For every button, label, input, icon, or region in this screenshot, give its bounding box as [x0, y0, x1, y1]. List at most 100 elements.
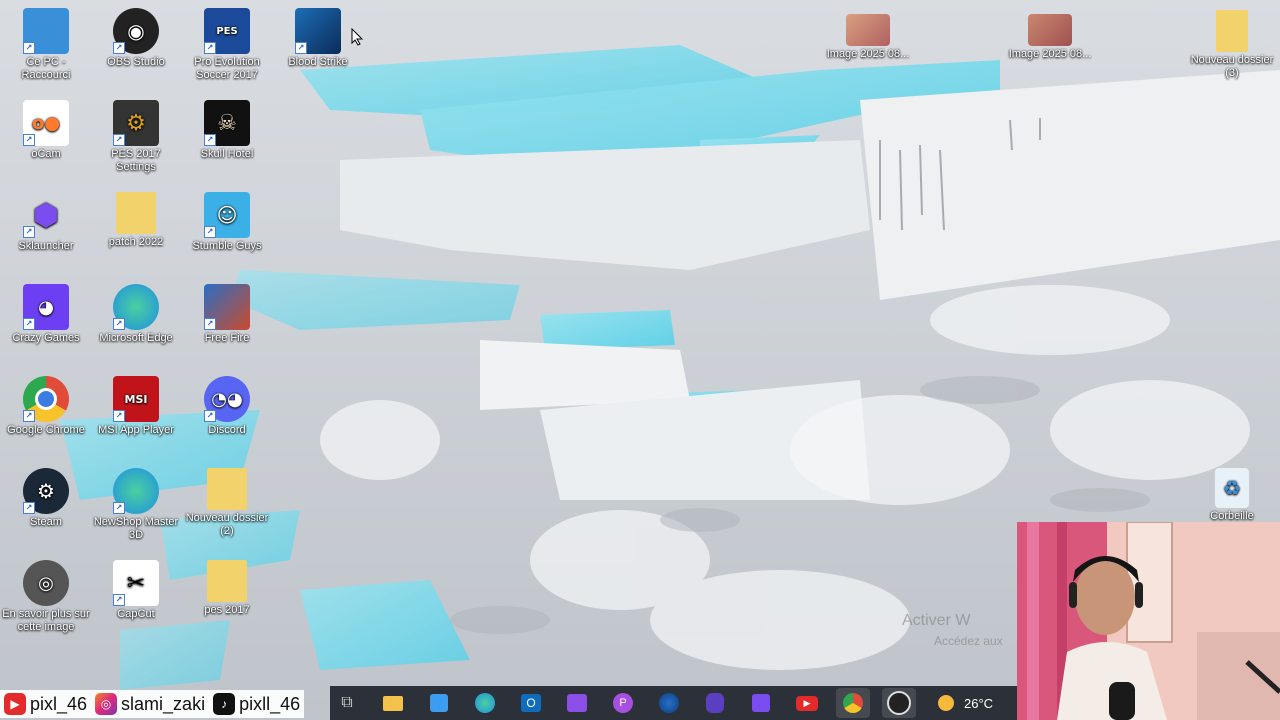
desktop-icon-label: OBS Studio — [107, 56, 165, 68]
desktop-icon-label: Sklauncher — [18, 240, 74, 252]
desktop-icon-crazy-games[interactable]: ◕ ↗ Crazy Games — [0, 284, 92, 345]
desktop-icon-free-fire[interactable]: ↗ Free Fire — [181, 284, 273, 345]
desktop-icon-image-1[interactable]: Image 2025 08... — [820, 14, 916, 61]
camera-icon: ◎ — [23, 560, 69, 606]
youtube-icon[interactable]: ▶ — [790, 688, 824, 718]
desktop-icon-recycle-bin[interactable]: ♻ Corbeille — [1186, 468, 1278, 523]
blood-strike-icon: ↗ — [295, 8, 341, 54]
desktop-icon-label: Google Chrome — [7, 424, 85, 436]
desktop-icon-ocam[interactable]: o● ↗ oCam — [0, 100, 92, 161]
desktop-icon-pes-2017[interactable]: PES ↗ Pro Evolution Soccer 2017 — [181, 8, 273, 82]
mouse-cursor-icon — [351, 28, 363, 46]
desktop-icon-label: Microsoft Edge — [99, 332, 173, 344]
desktop-icon-label: CapCut — [117, 608, 155, 620]
edge-icon[interactable] — [468, 688, 502, 718]
desktop-icon-label: Skull Hotel — [200, 148, 254, 160]
computer-icon: ↗ — [23, 8, 69, 54]
desktop-icon-image-2[interactable]: Image 2025 08... — [1002, 14, 1098, 61]
recycle-bin-icon: ♻ — [1215, 468, 1249, 508]
capcut-icon: ✂ ↗ — [113, 560, 159, 606]
tiktok-icon: ♪ — [213, 693, 236, 715]
outlook-icon[interactable]: O — [514, 688, 548, 718]
obs-icon: ◉ ↗ — [113, 8, 159, 54]
stumble-icon: ☺ ↗ — [204, 192, 250, 238]
weather-temperature: 26°C — [964, 695, 994, 711]
desktop-icon-label: Blood Strike — [288, 56, 348, 68]
desktop-icon-pes-2017-folder[interactable]: pes 2017 — [181, 560, 273, 617]
store-icon[interactable] — [422, 688, 456, 718]
desktop-icon-label: Image 2025 08... — [826, 48, 910, 60]
desktop-icon-discord[interactable]: ◔◕ ↗ Discord — [181, 376, 273, 437]
taskbar: ⧉ O P ▶ 26°C — [330, 686, 1020, 720]
desktop-icon-label: Discord — [208, 424, 246, 436]
desktop-icon-newshop-master[interactable]: ↗ NewShop Master 3D — [90, 468, 182, 542]
desktop-icon-label: Free Fire — [204, 332, 250, 344]
crazygames-icon: ◕ ↗ — [23, 284, 69, 330]
image-icon — [846, 14, 890, 46]
instagram-handle: slami_zaki — [121, 693, 206, 714]
pes-icon: PES ↗ — [204, 8, 250, 54]
social-handles-bar: ▶ pixl_46 ◎ slami_zaki ♪ pixll_46 — [0, 690, 305, 718]
desktop-icon-label: Pro Evolution Soccer 2017 — [194, 56, 260, 81]
skull-icon: ☠ ↗ — [204, 100, 250, 146]
weather-icon[interactable] — [934, 688, 958, 718]
chrome-icon[interactable] — [836, 688, 870, 718]
desktop-icon-sklauncher[interactable]: ⬢ ↗ Sklauncher — [0, 192, 92, 253]
obs-icon[interactable] — [882, 688, 916, 718]
desktop-icon-label: Stumble Guys — [192, 240, 262, 252]
instagram-icon: ◎ — [95, 693, 118, 715]
bot-icon[interactable] — [698, 688, 732, 718]
desktop-icon-label: Ce PC - Raccourci — [21, 56, 71, 81]
desktop-icon-stumble-guys[interactable]: ☺ ↗ Stumble Guys — [181, 192, 273, 253]
freefire-icon: ↗ — [204, 284, 250, 330]
desktop-icon-label: En savoir plus sur cette image — [2, 608, 90, 633]
desktop-icon-label: Nouveau dossier (3) — [1190, 54, 1274, 79]
webcam-overlay — [1017, 522, 1280, 720]
youtube-handle: pixl_46 — [30, 693, 88, 714]
twitch-icon[interactable] — [744, 688, 778, 718]
folder-icon — [207, 468, 247, 510]
msi-icon: MSI ↗ — [113, 376, 159, 422]
desktop-icon-skull-hotel[interactable]: ☠ ↗ Skull Hotel — [181, 100, 273, 161]
folder-icon — [1216, 10, 1248, 52]
folder-icon — [207, 560, 247, 602]
desktop-icon-microsoft-edge[interactable]: ↗ Microsoft Edge — [90, 284, 182, 345]
sklauncher-icon: ⬢ ↗ — [23, 192, 69, 238]
desktop-icon-label: Crazy Games — [12, 332, 80, 344]
activation-watermark-title: Activer W — [902, 612, 971, 629]
desktop-icon-label: Nouveau dossier (2) — [185, 512, 269, 537]
edge-icon: ↗ — [113, 468, 159, 514]
desktop-icon-label: MSI App Player — [98, 424, 174, 436]
folder-icon — [116, 192, 156, 234]
desktop-icon-en-savoir-plus[interactable]: ◎ En savoir plus sur cette image — [0, 560, 92, 634]
desktop-icon-label: oCam — [31, 148, 61, 160]
desktop-icon-steam[interactable]: ⚙ ↗ Steam — [0, 468, 92, 529]
file-explorer-icon[interactable] — [376, 688, 410, 718]
desktop-icon-label: patch 2022 — [108, 236, 164, 248]
desktop-icon-google-chrome[interactable]: ↗ Google Chrome — [0, 376, 92, 437]
desktop-icon-patch-2022[interactable]: patch 2022 — [90, 192, 182, 249]
activation-watermark-subtitle: Accédez aux — [934, 634, 1003, 648]
desktop-icon-ce-pc[interactable]: ↗ Ce PC - Raccourci — [0, 8, 92, 82]
desktop-icon-label: NewShop Master 3D — [93, 516, 179, 541]
clipchamp-icon[interactable] — [560, 688, 594, 718]
desktop-icon-nouveau-dossier-2[interactable]: Nouveau dossier (2) — [181, 468, 273, 538]
picsart-icon[interactable]: P — [606, 688, 640, 718]
desktop-icon-nouveau-dossier-3[interactable]: Nouveau dossier (3) — [1186, 10, 1278, 80]
tiktok-handle: pixll_46 — [239, 693, 301, 714]
ocam-icon: o● ↗ — [23, 100, 69, 146]
chrome-icon: ↗ — [23, 376, 69, 422]
edge-dev-icon[interactable] — [652, 688, 686, 718]
youtube-icon: ▶ — [4, 693, 26, 715]
steam-icon: ⚙ ↗ — [23, 468, 69, 514]
desktop-icon-capcut[interactable]: ✂ ↗ CapCut — [90, 560, 182, 621]
desktop-icon-label: pes 2017 — [204, 604, 250, 616]
pes-settings-icon: ⚙ ↗ — [113, 100, 159, 146]
discord-icon: ◔◕ ↗ — [204, 376, 250, 422]
task-view-icon[interactable]: ⧉ — [330, 688, 364, 718]
edge-icon: ↗ — [113, 284, 159, 330]
desktop-icon-msi-app-player[interactable]: MSI ↗ MSI App Player — [90, 376, 182, 437]
image-icon — [1028, 14, 1072, 46]
desktop-icon-pes-settings[interactable]: ⚙ ↗ PES 2017 Settings — [90, 100, 182, 174]
desktop-icon-obs-studio[interactable]: ◉ ↗ OBS Studio — [90, 8, 182, 69]
